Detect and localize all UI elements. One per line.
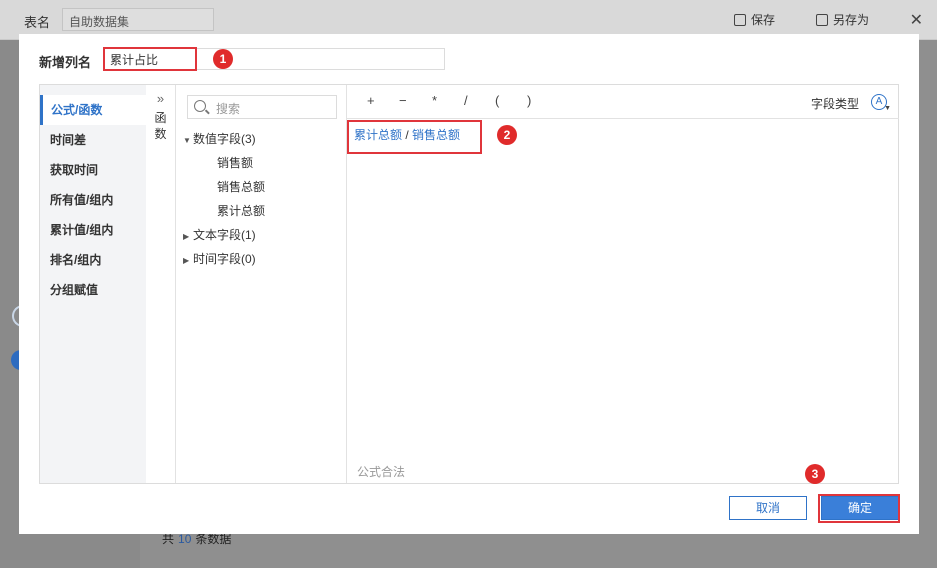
operator-toolbar: + − * / ( ) 字段类型 A ▼ [347, 85, 899, 119]
annotation-box-1 [103, 47, 197, 71]
save-as-icon [816, 13, 828, 26]
search-icon [194, 100, 206, 112]
add-column-dialog: 新增列名 1 公式/函数 时间差 获取时间 所有值/组内 累计值/组内 排名/组… [19, 34, 919, 534]
op-plus-button[interactable]: + [367, 93, 375, 108]
save-as-button[interactable]: 另存为 [816, 11, 869, 28]
category-list: 公式/函数 时间差 获取时间 所有值/组内 累计值/组内 排名/组内 分组赋值 [40, 85, 146, 483]
field-cumulative-total[interactable]: 累计总额 [177, 199, 347, 223]
caret-right-icon: ▶ [183, 256, 190, 265]
field-sales-total[interactable]: 销售总额 [177, 175, 347, 199]
category-rank[interactable]: 排名/组内 [40, 245, 146, 275]
op-minus-button[interactable]: − [399, 93, 407, 108]
dropdown-arrow-icon[interactable]: ▼ [884, 105, 891, 112]
column-name-label: 新增列名 [39, 55, 92, 70]
category-get-time[interactable]: 获取时间 [40, 155, 146, 185]
field-column: 搜索 ▼ 数值字段(3) 销售额 销售总额 累计总额 ▶ 文本字段(1) ▶ 时间字段… [177, 85, 347, 483]
annotation-box-2 [347, 120, 482, 154]
annotation-badge-2: 2 [497, 125, 517, 145]
op-divide-button[interactable]: / [464, 93, 468, 108]
tree-group-text[interactable]: ▶ 文本字段(1) [177, 223, 347, 247]
category-group-assign[interactable]: 分组赋值 [40, 275, 146, 305]
save-label: 保存 [751, 13, 776, 27]
field-sales[interactable]: 销售额 [177, 151, 347, 175]
save-button[interactable]: 保存 [734, 11, 775, 28]
save-as-label: 另存为 [833, 13, 870, 27]
category-formula-function[interactable]: 公式/函数 [40, 95, 146, 125]
field-type-label: 字段类型 [810, 97, 859, 111]
cancel-button[interactable]: 取消 [729, 496, 807, 520]
category-cumulative[interactable]: 累计值/组内 [40, 215, 146, 245]
table-name-input[interactable]: 自助数据集 [62, 8, 214, 31]
op-rparen-button[interactable]: ) [527, 93, 531, 108]
annotation-box-3 [818, 494, 900, 523]
annotation-badge-3: 3 [805, 464, 825, 484]
function-tab[interactable]: » 函 数 [146, 85, 176, 483]
double-chevron-right-icon[interactable]: » [146, 91, 175, 106]
category-time-diff[interactable]: 时间差 [40, 125, 146, 155]
close-icon[interactable]: ✕ [910, 10, 923, 30]
annotation-badge-1: 1 [213, 49, 233, 69]
caret-right-icon: ▶ [183, 232, 190, 241]
caret-down-icon: ▼ [183, 136, 191, 145]
function-tab-label-1: 函 [154, 111, 167, 125]
formula-status: 公式合法 [357, 465, 406, 479]
save-icon [734, 13, 746, 26]
tree-group-numeric[interactable]: ▼ 数值字段(3) [177, 127, 347, 151]
tree-group-time[interactable]: ▶ 时间字段(0) [177, 247, 347, 271]
op-multiply-button[interactable]: * [432, 93, 437, 108]
op-lparen-button[interactable]: ( [495, 93, 499, 108]
search-placeholder: 搜索 [216, 102, 241, 116]
field-tree: ▼ 数值字段(3) 销售额 销售总额 累计总额 ▶ 文本字段(1) ▶ 时间字段(0) [177, 127, 347, 271]
function-tab-label-2: 数 [154, 127, 167, 141]
field-search-input[interactable]: 搜索 [187, 95, 337, 119]
table-name-label: 表名 [24, 15, 51, 30]
category-all-values[interactable]: 所有值/组内 [40, 185, 146, 215]
